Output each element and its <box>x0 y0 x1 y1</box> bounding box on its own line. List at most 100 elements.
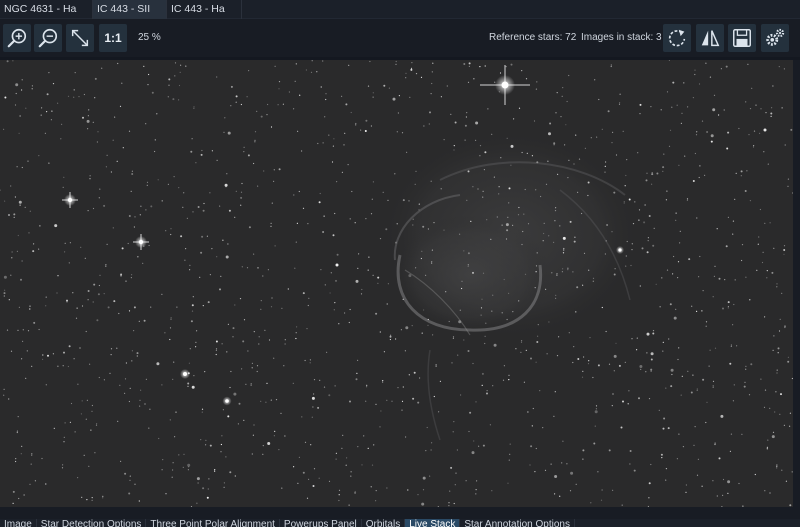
star <box>379 426 381 428</box>
star <box>771 271 774 274</box>
star <box>678 347 680 349</box>
star <box>505 223 509 227</box>
star <box>187 385 189 387</box>
star <box>366 386 368 388</box>
star <box>567 177 569 179</box>
rotate-button[interactable] <box>663 24 691 52</box>
star <box>655 283 657 285</box>
star <box>203 202 205 205</box>
star <box>481 298 483 300</box>
star <box>227 415 230 418</box>
star <box>310 444 312 446</box>
horizontal-scrollbar[interactable] <box>0 507 800 519</box>
vertical-scrollbar[interactable] <box>793 60 800 507</box>
star <box>195 162 197 164</box>
star <box>131 173 134 175</box>
star <box>124 472 127 475</box>
star <box>95 424 98 426</box>
star <box>41 107 43 109</box>
star <box>76 307 78 309</box>
star <box>651 172 653 174</box>
star <box>597 471 599 473</box>
star <box>562 87 564 89</box>
star <box>96 319 99 322</box>
star <box>189 264 191 266</box>
star <box>781 107 783 109</box>
star <box>267 442 271 445</box>
zoom-in-button[interactable] <box>3 24 31 52</box>
star <box>606 224 609 226</box>
star <box>787 185 789 187</box>
star <box>510 63 513 66</box>
star <box>406 151 408 153</box>
star <box>714 347 717 349</box>
star <box>675 219 677 221</box>
image-viewport[interactable] <box>0 60 793 507</box>
star <box>394 173 396 175</box>
bright-star <box>180 369 190 379</box>
star <box>67 365 69 368</box>
star <box>16 430 18 432</box>
star <box>85 418 87 420</box>
star <box>626 159 628 161</box>
star <box>529 464 531 466</box>
star <box>233 392 237 396</box>
star <box>332 234 335 237</box>
zoom-out-button[interactable] <box>34 24 62 52</box>
tab-ic-443-sii[interactable]: IC 443 - SII <box>93 0 167 19</box>
panel-tab-star-detection-options[interactable]: Star Detection Options <box>37 519 147 527</box>
settings-button[interactable] <box>761 24 789 52</box>
star <box>542 240 544 242</box>
panel-tab-three-point-polar-alignment[interactable]: Three Point Polar Alignment <box>146 519 280 527</box>
star <box>662 427 665 430</box>
star <box>475 489 477 491</box>
star <box>525 349 527 351</box>
star <box>666 269 669 271</box>
star <box>732 220 735 222</box>
star <box>239 298 242 300</box>
tab-ic-443-ha[interactable]: IC 443 - Ha <box>167 0 242 19</box>
star <box>486 390 488 392</box>
star <box>751 87 753 89</box>
star <box>752 146 755 148</box>
panel-tab-powerups-panel[interactable]: Powerups Panel <box>280 519 362 527</box>
star <box>465 116 467 118</box>
star <box>716 228 718 230</box>
star <box>61 467 64 469</box>
star <box>650 106 652 108</box>
save-button[interactable] <box>728 24 756 52</box>
star <box>370 486 372 488</box>
star <box>608 363 611 365</box>
star <box>48 72 50 74</box>
one-to-one-button[interactable]: 1:1 <box>99 24 127 52</box>
star <box>507 482 509 484</box>
star <box>216 159 218 161</box>
panel-tab-orbitals[interactable]: Orbitals <box>362 519 406 527</box>
star <box>673 316 677 320</box>
star <box>583 252 586 254</box>
star <box>712 386 714 388</box>
tab-ngc-4631-ha[interactable]: NGC 4631 - Ha <box>0 0 93 19</box>
star <box>140 205 142 207</box>
star <box>561 95 563 97</box>
star <box>357 359 359 361</box>
fit-to-window-button[interactable] <box>66 24 94 52</box>
star <box>122 147 124 149</box>
star <box>726 147 729 150</box>
star <box>193 375 195 377</box>
star <box>688 258 691 261</box>
panel-tab-image[interactable]: Image <box>0 519 37 527</box>
flip-button[interactable] <box>696 24 724 52</box>
star <box>348 321 350 324</box>
panel-tab-star-annotation-options[interactable]: Star Annotation Options <box>460 519 575 527</box>
star <box>784 144 786 146</box>
star <box>587 363 590 365</box>
star <box>468 62 471 65</box>
star <box>745 101 747 103</box>
star <box>709 349 711 351</box>
star <box>431 249 433 251</box>
star <box>294 267 296 269</box>
star <box>230 85 233 88</box>
panel-tab-live-stack[interactable]: Live Stack <box>405 519 461 527</box>
star <box>69 242 71 244</box>
